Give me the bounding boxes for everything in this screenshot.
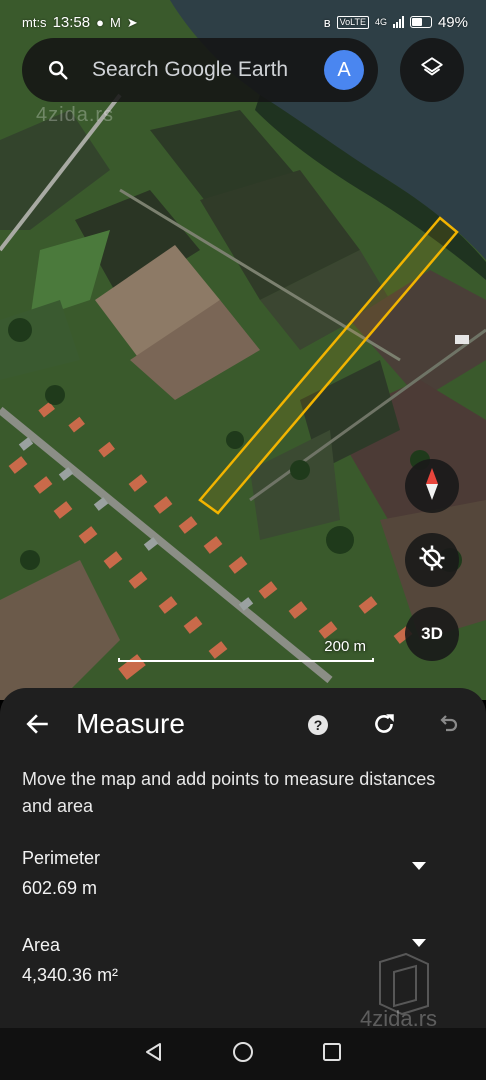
signal-icon — [392, 16, 404, 28]
scale-label: 200 m — [324, 638, 366, 655]
compass-icon — [422, 467, 442, 506]
panel-header: Measure ? — [0, 688, 486, 764]
perimeter-row[interactable]: Perimeter 602.69 m — [22, 848, 462, 899]
back-arrow-icon — [25, 711, 51, 742]
back-button[interactable] — [22, 710, 54, 742]
scale-bar: 200 m — [118, 638, 374, 662]
measure-panel: Measure ? Move the map and add points to… — [0, 688, 486, 1031]
help-icon: ? — [313, 717, 323, 733]
perimeter-label: Perimeter — [22, 848, 101, 868]
location-icon: ➤ — [126, 14, 138, 30]
clock: 13:58 — [52, 13, 91, 31]
message-icon: ● — [96, 14, 104, 30]
chevron-down-icon[interactable] — [412, 862, 426, 870]
undo-button[interactable] — [434, 712, 462, 740]
avatar[interactable]: A — [324, 50, 364, 90]
panel-title: Measure — [76, 708, 185, 739]
recents-square-icon[interactable] — [322, 1042, 342, 1067]
reset-button[interactable] — [370, 712, 398, 740]
my-location-button[interactable] — [405, 533, 459, 587]
battery-icon — [409, 16, 432, 28]
3d-button[interactable]: 3D — [405, 607, 459, 661]
system-nav-bar — [0, 1028, 486, 1080]
compass-button[interactable] — [405, 459, 459, 513]
layers-button[interactable] — [400, 38, 464, 102]
battery-percent: 49% — [437, 13, 468, 31]
instructions-text: Move the map and add points to measure d… — [22, 769, 436, 816]
scale-line — [118, 658, 374, 662]
map-view[interactable]: mt:s 13:58 ● M ➤ ʙ VoLTE 4G 49% Search G… — [0, 0, 486, 700]
watermark: 4zida.rs — [36, 104, 115, 126]
home-circle-icon[interactable] — [232, 1041, 254, 1068]
bluetooth-icon: ʙ — [323, 14, 331, 30]
location-off-icon — [417, 543, 447, 578]
volte-badge: VoLTE — [336, 15, 369, 29]
chevron-down-icon[interactable] — [412, 939, 426, 947]
help-button[interactable]: ? — [308, 715, 328, 735]
perimeter-value: 602.69 m — [22, 878, 98, 898]
layers-icon — [419, 55, 445, 86]
undo-icon — [436, 712, 460, 741]
back-triangle-icon[interactable] — [144, 1042, 164, 1067]
carrier-label: mt:s — [22, 14, 47, 30]
gmail-icon: M — [109, 14, 121, 30]
search-icon — [44, 56, 72, 84]
network-gen: 4G — [374, 17, 387, 27]
search-placeholder[interactable]: Search Google Earth — [92, 58, 324, 82]
refresh-icon — [371, 711, 397, 742]
search-bar[interactable]: Search Google Earth A — [22, 38, 378, 102]
